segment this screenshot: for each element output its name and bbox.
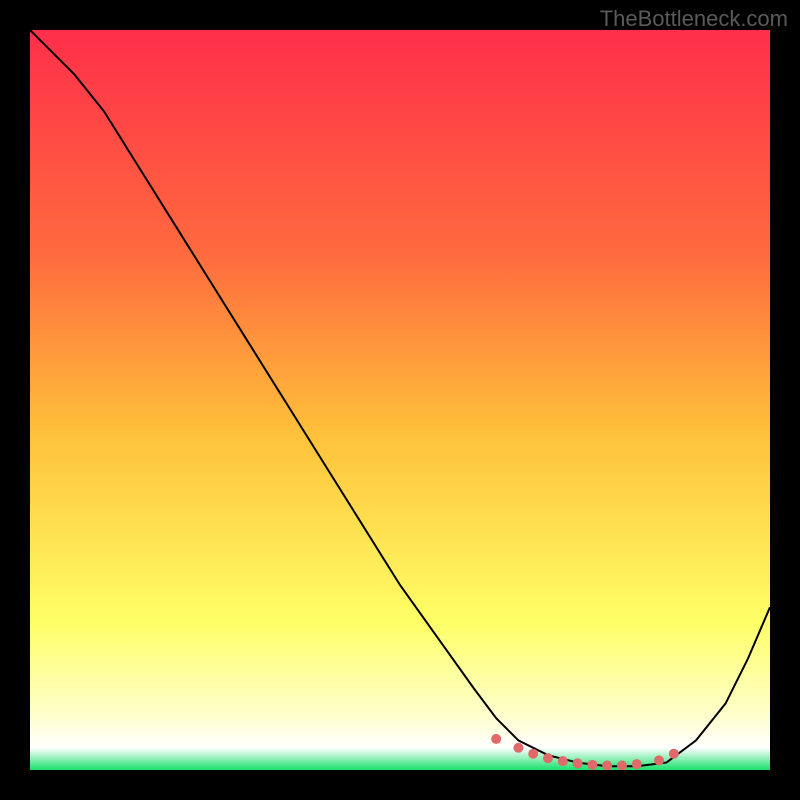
highlight-marker bbox=[654, 755, 664, 765]
highlight-marker bbox=[587, 760, 597, 770]
highlight-marker bbox=[573, 758, 583, 768]
highlight-marker bbox=[513, 743, 523, 753]
highlight-marker bbox=[543, 753, 553, 763]
highlight-marker bbox=[558, 756, 568, 766]
chart-background bbox=[30, 30, 770, 770]
highlight-marker bbox=[669, 749, 679, 759]
highlight-marker bbox=[491, 734, 501, 744]
highlight-marker bbox=[632, 759, 642, 769]
highlight-marker bbox=[528, 749, 538, 759]
bottleneck-chart bbox=[30, 30, 770, 770]
watermark-text: TheBottleneck.com bbox=[600, 6, 788, 32]
